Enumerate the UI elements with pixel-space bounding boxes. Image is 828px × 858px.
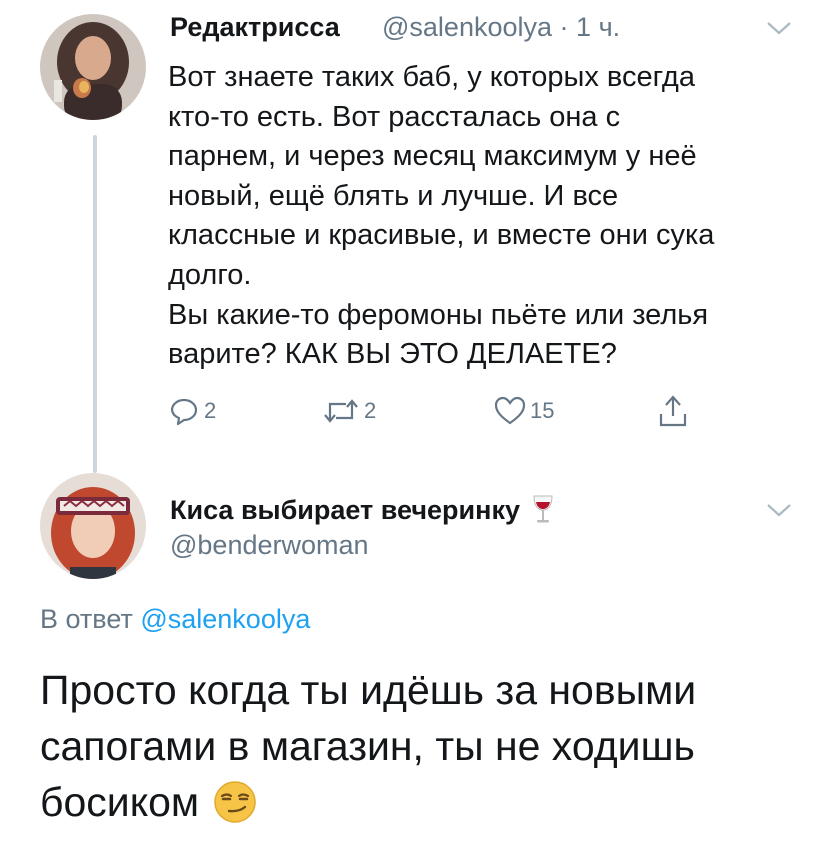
tweet1-text: Вот знаете таких баб, у которых всегда к… xyxy=(168,58,808,375)
smirking-face-icon xyxy=(214,781,256,823)
share-button[interactable] xyxy=(658,394,688,428)
tweet1-line: Вот знаете таких баб, у которых всегда xyxy=(168,61,695,93)
heart-icon xyxy=(494,396,526,425)
tweet2-line: сапогами в магазин, ты не ходишь xyxy=(40,723,695,769)
chevron-down-icon[interactable] xyxy=(766,502,792,523)
avatar-tweet2[interactable] xyxy=(40,473,146,579)
reply-to-handle[interactable]: @salenkoolya xyxy=(140,604,310,634)
like-count: 15 xyxy=(530,398,555,423)
thread-connector-line xyxy=(93,135,97,473)
tweet2-text: Просто когда ты идёшь за новыми сапогами… xyxy=(40,662,810,830)
tweet2-line: босиком xyxy=(40,779,200,825)
reply-button[interactable]: 2 xyxy=(168,396,216,426)
tweet1-line: парнем, и через месяц максимум у неё xyxy=(168,140,697,173)
reply-count: 2 xyxy=(204,398,217,423)
tweet1-line: долго. xyxy=(168,258,252,291)
retweet-icon xyxy=(324,399,358,423)
wine-glass-icon xyxy=(533,495,553,523)
share-icon xyxy=(659,395,687,427)
avatar-tweet1[interactable] xyxy=(40,14,146,120)
tweet2-author-name-text: Киса выбирает вечеринку xyxy=(170,494,520,525)
reply-icon xyxy=(170,398,198,426)
tweet1-meta: @salenkoolya · 1 ч. xyxy=(382,12,620,43)
tweet2-last-line: босиком xyxy=(40,774,810,830)
retweet-count: 2 xyxy=(364,398,377,423)
like-button[interactable]: 15 xyxy=(494,396,554,426)
reply-context: В ответ @salenkoolya xyxy=(40,604,310,635)
tweet1-handle[interactable]: @salenkoolya xyxy=(382,12,552,42)
tweet2-handle[interactable]: @benderwoman xyxy=(170,530,369,561)
tweet2-line: Просто когда ты идёшь за новыми xyxy=(40,667,697,713)
tweet1-time[interactable]: 1 ч. xyxy=(576,12,620,42)
tweet1-author-name[interactable]: Редактрисса xyxy=(170,12,340,43)
retweet-button[interactable]: 2 xyxy=(322,396,376,426)
tweet1-line: классные и красивые, и вместе они сука xyxy=(168,219,715,252)
tweet1-line: варите? КАК ВЫ ЭТО ДЕЛАЕТЕ? xyxy=(168,338,617,371)
tweet1-separator: · xyxy=(559,12,569,42)
chevron-down-icon[interactable] xyxy=(766,20,792,41)
tweet1-line: Вы какие-то феромоны пьёте или зелья xyxy=(168,298,709,331)
tweet2-author-name[interactable]: Киса выбирает вечеринку xyxy=(170,494,554,526)
tweet1-line: новый, ещё блять и лучше. И все xyxy=(168,179,619,212)
reply-prefix: В ответ xyxy=(40,604,133,634)
tweet1-line: кто-то есть. Вот рассталась она с xyxy=(168,100,621,133)
